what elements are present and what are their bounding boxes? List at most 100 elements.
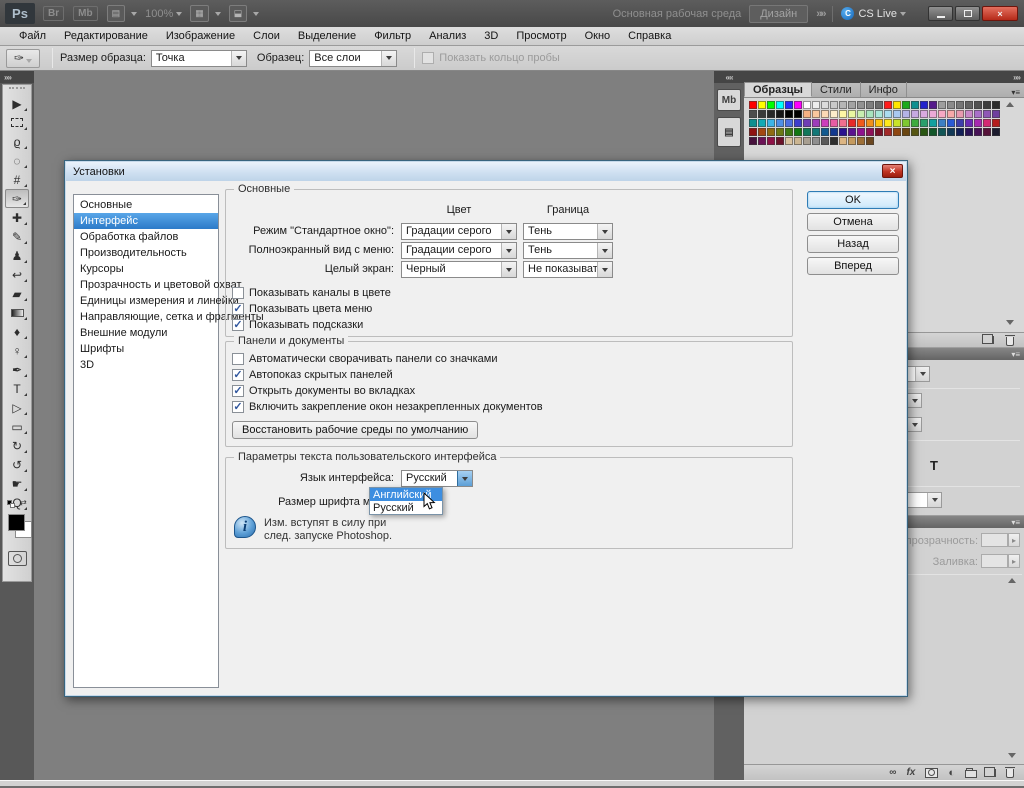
swatch-chip[interactable] — [785, 137, 793, 145]
fill-field[interactable] — [981, 554, 1008, 568]
blur-tool[interactable]: ♦ — [5, 322, 29, 341]
swatch-chip[interactable] — [893, 128, 901, 136]
swatch-chip[interactable] — [848, 119, 856, 127]
next-button[interactable]: Вперед — [807, 257, 899, 275]
swatch-chip[interactable] — [857, 119, 865, 127]
swatch-chip[interactable] — [767, 119, 775, 127]
swatch-chip[interactable] — [983, 119, 991, 127]
swatch-chip[interactable] — [794, 128, 802, 136]
dropdown-arrow-icon[interactable] — [501, 224, 516, 239]
enable-floating-dock-checkbox[interactable]: ✓ — [232, 401, 244, 413]
new-group-icon[interactable] — [965, 770, 977, 778]
section-transparency-gamut[interactable]: Прозрачность и цветовой охват — [74, 277, 218, 293]
section-interface[interactable]: Интерфейс — [74, 213, 218, 229]
menu-3d[interactable]: 3D — [475, 27, 507, 46]
swatch-chip[interactable] — [830, 128, 838, 136]
menu-file[interactable]: Файл — [10, 27, 55, 46]
pen-tool[interactable]: ✒ — [5, 360, 29, 379]
brush-tool[interactable]: ✎ — [5, 227, 29, 246]
section-guides-grid-slices[interactable]: Направляющие, сетка и фрагменты — [74, 309, 218, 325]
arrange-documents-icon[interactable]: ▦ — [190, 5, 209, 22]
rectangle-tool[interactable]: ▭ — [5, 417, 29, 436]
auto-collapse-panels-checkbox[interactable] — [232, 353, 244, 365]
default-colors-icon[interactable] — [7, 500, 16, 509]
swatch-chip[interactable] — [749, 128, 757, 136]
swatch-chip[interactable] — [821, 101, 829, 109]
minimize-button[interactable] — [928, 6, 953, 21]
mini-bridge-panel-button[interactable]: Mb — [717, 89, 741, 111]
swatch-chip[interactable] — [839, 101, 847, 109]
tab-info[interactable]: Инфо — [861, 82, 907, 97]
screen-mode-icon[interactable]: ⬓ — [229, 5, 248, 22]
swatch-chip[interactable] — [803, 119, 811, 127]
swatch-chip[interactable] — [983, 101, 991, 109]
swatch-chip[interactable] — [857, 128, 865, 136]
mini-bridge-button[interactable]: Mb — [73, 6, 97, 21]
history-brush-tool[interactable]: ↩ — [5, 265, 29, 284]
swatch-chip[interactable] — [839, 128, 847, 136]
swatch-chip[interactable] — [938, 119, 946, 127]
swatch-chip[interactable] — [893, 119, 901, 127]
swatch-chip[interactable] — [920, 110, 928, 118]
dropdown-arrow-icon[interactable] — [501, 262, 516, 277]
section-units-rulers[interactable]: Единицы измерения и линейки — [74, 293, 218, 309]
crop-tool[interactable]: # — [5, 170, 29, 189]
swatch-chip[interactable] — [758, 119, 766, 127]
swatch-chip[interactable] — [785, 101, 793, 109]
clone-stamp-tool[interactable]: ♟ — [5, 246, 29, 265]
sample-size-dropdown-icon[interactable] — [231, 51, 246, 66]
fullscreen-menu-border-select[interactable]: Тень — [523, 242, 613, 259]
auto-show-hidden-panels-checkbox[interactable]: ✓ — [232, 369, 244, 381]
icon-dock-collapse-bar[interactable]: «« — [714, 71, 744, 83]
swatch-chip[interactable] — [956, 128, 964, 136]
menu-edit[interactable]: Редактирование — [55, 27, 157, 46]
swatch-chip[interactable] — [785, 119, 793, 127]
show-tooltips-checkbox[interactable]: ✓ — [232, 319, 244, 331]
view-extras-caret-icon[interactable] — [131, 12, 137, 16]
prev-button[interactable]: Назад — [807, 235, 899, 253]
show-sampling-ring-checkbox[interactable] — [422, 52, 434, 64]
close-button[interactable]: × — [982, 6, 1018, 21]
current-tool-button[interactable]: ✑ — [6, 49, 40, 68]
standard-window-border-select[interactable]: Тень — [523, 223, 613, 240]
swatch-chip[interactable] — [776, 110, 784, 118]
swatch-chip[interactable] — [983, 110, 991, 118]
swatch-chip[interactable] — [866, 119, 874, 127]
swatch-chip[interactable] — [776, 137, 784, 145]
fullscreen-border-select[interactable]: Не показывать — [523, 261, 613, 278]
swatch-chip[interactable] — [812, 101, 820, 109]
swatch-chip[interactable] — [749, 119, 757, 127]
new-swatch-icon[interactable] — [985, 336, 994, 344]
ui-language-dropdown-icon[interactable] — [457, 471, 472, 486]
swatch-chip[interactable] — [794, 119, 802, 127]
swatch-chip[interactable] — [749, 137, 757, 145]
swatch-chip[interactable] — [965, 101, 973, 109]
swatch-chip[interactable] — [803, 101, 811, 109]
dialog-title-bar[interactable]: Установки — [66, 162, 906, 181]
3d-orbit-tool[interactable]: ↺ — [5, 455, 29, 474]
swatches-panel-menu-icon[interactable]: ▾≡ — [1011, 88, 1020, 97]
screen-mode-caret-icon[interactable] — [253, 12, 259, 16]
swatch-chip[interactable] — [884, 110, 892, 118]
swatch-chip[interactable] — [911, 110, 919, 118]
swatch-chip[interactable] — [947, 101, 955, 109]
text-style-icon[interactable]: T — [930, 458, 938, 473]
foreground-color-swatch[interactable] — [8, 514, 25, 531]
swatch-chip[interactable] — [911, 119, 919, 127]
view-extras-icon[interactable]: ▤ — [107, 5, 126, 22]
swatch-chip[interactable] — [767, 128, 775, 136]
swatch-chip[interactable] — [794, 101, 802, 109]
collapsed-panel-button[interactable]: ▤ — [717, 117, 741, 147]
bridge-button[interactable]: Br — [43, 6, 64, 21]
swatch-chip[interactable] — [947, 119, 955, 127]
restore-button[interactable] — [955, 6, 980, 21]
swatches-scroll-up-icon[interactable] — [1006, 102, 1014, 107]
rectangular-marquee-tool[interactable] — [5, 113, 29, 132]
swatch-chip[interactable] — [920, 101, 928, 109]
swatch-chip[interactable] — [857, 137, 865, 145]
swatch-chip[interactable] — [884, 101, 892, 109]
layers-scroll-down-icon[interactable] — [1008, 753, 1016, 758]
menu-layers[interactable]: Слои — [244, 27, 289, 46]
type-tool[interactable]: T — [5, 379, 29, 398]
swatch-chip[interactable] — [803, 128, 811, 136]
